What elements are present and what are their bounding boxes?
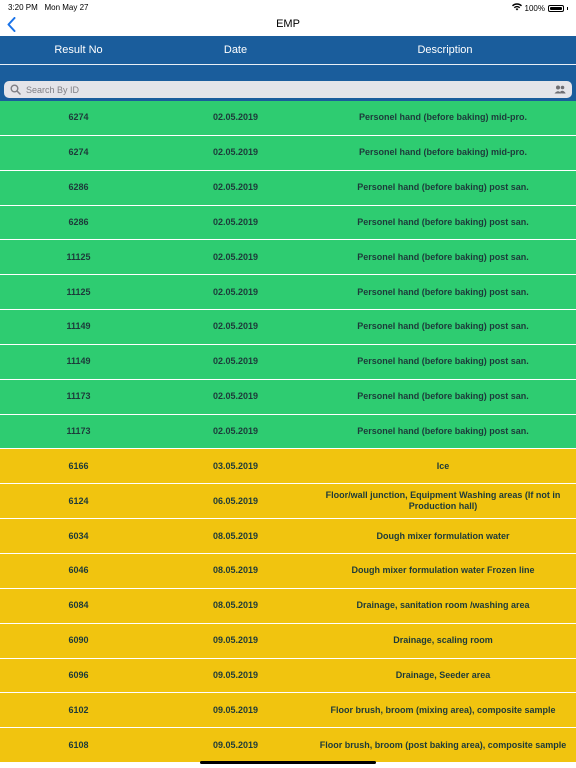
cell-date: 02.05.2019	[212, 251, 259, 262]
cell-description: Personel hand (before baking) post san.	[357, 286, 529, 297]
page-title: EMP	[276, 18, 300, 30]
cell-date: 02.05.2019	[212, 112, 259, 123]
cell-date: 06.05.2019	[212, 495, 259, 506]
cell-description: Personel hand (before baking) mid-pro.	[358, 112, 528, 123]
home-indicator	[200, 761, 376, 764]
status-clock: 3:20 PM	[8, 3, 38, 12]
cell-description: Personel hand (before baking) post san.	[357, 216, 529, 227]
search-container	[0, 65, 576, 101]
cell-result-no: 6096	[68, 669, 89, 680]
people-icon	[554, 85, 566, 94]
cell-date: 09.05.2019	[212, 704, 259, 715]
cell-date: 02.05.2019	[212, 426, 259, 437]
table-row[interactable]: 11125 02.05.2019 Personel hand (before bak…	[0, 275, 576, 311]
table-row[interactable]: 6090 09.05.2019 Drainage, scaling room	[0, 623, 576, 659]
cell-date: 02.05.2019	[212, 391, 259, 402]
table-row[interactable]: 6166 03.05.2019 Ice	[0, 449, 576, 485]
cell-description: Personel hand (before baking) post san.	[357, 321, 529, 332]
cell-description: Personel hand (before baking) mid-pro.	[358, 147, 528, 158]
status-date: Mon May 27	[44, 3, 89, 12]
navigation-bar: EMP	[0, 14, 576, 36]
cell-result-no: 6286	[68, 182, 89, 193]
table-row[interactable]: 6096 09.05.2019 Drainage, Seeder area	[0, 658, 576, 694]
table-row[interactable]: 6274 02.05.2019 Personel hand (before baki…	[0, 135, 576, 171]
cell-date: 08.05.2019	[212, 530, 259, 541]
cell-date: 09.05.2019	[212, 739, 259, 750]
cell-description: Floor/wall junction, Equipment Washing a…	[325, 490, 561, 512]
cell-result-no: 6286	[68, 216, 89, 227]
table-row[interactable]: 6286 02.05.2019 Personel hand (before baki…	[0, 205, 576, 241]
status-right: 100%	[511, 3, 568, 13]
cell-description: Dough mixer formulation water	[376, 530, 510, 541]
cell-result-no: 6108	[68, 739, 89, 750]
search-input[interactable]	[26, 81, 546, 98]
cell-description: Personel hand (before baking) post san.	[357, 251, 529, 262]
cell-result-no: 6274	[68, 112, 89, 123]
cell-description: Floor brush, broom (post baking area), c…	[319, 739, 567, 750]
table-row[interactable]: 6034 08.05.2019 Dough mixer formulation wa…	[0, 519, 576, 554]
cell-description: Drainage, sanitation room /washing area	[356, 600, 530, 611]
cell-result-no: 6166	[68, 460, 89, 471]
results-table: 6274 02.05.2019 Personel hand (before baki…	[0, 101, 576, 764]
cell-description: Dough mixer formulation water Frozen lin…	[351, 565, 535, 576]
cell-date: 08.05.2019	[212, 565, 259, 576]
table-row[interactable]: 11173 02.05.2019 Personel hand (before bak…	[0, 379, 576, 415]
cell-date: 02.05.2019	[212, 216, 259, 227]
battery-icon	[548, 4, 564, 12]
cell-date: 02.05.2019	[212, 321, 259, 332]
cell-result-no: 11149	[66, 356, 91, 367]
cell-result-no: 6084	[68, 600, 89, 611]
cell-description: Personel hand (before baking) post san.	[357, 391, 529, 402]
column-header-result-no: Result No	[54, 44, 103, 56]
cell-date: 02.05.2019	[212, 147, 259, 158]
search-icon	[10, 84, 21, 95]
table-row[interactable]: 6102 09.05.2019 Floor brush, broom (mixing…	[0, 693, 576, 729]
table-row[interactable]: 6124 06.05.2019 Floor/wall junction, Equip…	[0, 484, 576, 520]
cell-description: Personel hand (before baking) post san.	[357, 426, 529, 437]
cell-result-no: 6124	[68, 495, 89, 506]
cell-date: 08.05.2019	[212, 600, 259, 611]
column-header-description: Description	[417, 44, 473, 56]
status-time: 3:20 PM Mon May 27	[8, 3, 89, 12]
column-header-date: Date	[223, 44, 248, 56]
table-row[interactable]: 11125 02.05.2019 Personel hand (before bak…	[0, 240, 576, 276]
cell-result-no: 6046	[68, 565, 89, 576]
cell-description: Floor brush, broom (mixing area), compos…	[330, 704, 556, 715]
cell-result-no: 6034	[68, 530, 89, 541]
cell-result-no: 6090	[68, 635, 89, 646]
cell-description: Personel hand (before baking) post san.	[357, 182, 529, 193]
wifi-icon	[511, 3, 522, 13]
cell-result-no: 11149	[66, 321, 91, 332]
cell-date: 02.05.2019	[212, 356, 259, 367]
search-bar[interactable]	[4, 81, 572, 98]
table-row[interactable]: 6286 02.05.2019 Personel hand (before baki…	[0, 170, 576, 206]
table-row[interactable]: 11149 02.05.2019 Personel hand (before bak…	[0, 310, 576, 345]
cell-date: 02.05.2019	[212, 286, 259, 297]
cell-result-no: 11125	[66, 286, 91, 297]
table-row[interactable]: 6274 02.05.2019 Personel hand (before baki…	[0, 101, 576, 136]
cell-description: Ice	[436, 460, 450, 471]
cell-date: 09.05.2019	[212, 635, 259, 646]
cell-result-no: 11125	[66, 251, 91, 262]
table-row[interactable]: 11149 02.05.2019 Personel hand (before bak…	[0, 344, 576, 380]
table-header: Result No Date Description	[0, 36, 576, 65]
battery-percent: 100%	[524, 3, 545, 13]
cell-result-no: 6274	[68, 147, 89, 158]
table-row[interactable]: 11173 02.05.2019 Personel hand (before bak…	[0, 414, 576, 450]
table-row[interactable]: 6046 08.05.2019 Dough mixer formulation wa…	[0, 553, 576, 589]
cell-date: 03.05.2019	[212, 460, 259, 471]
cell-result-no: 6102	[68, 704, 89, 715]
cell-date: 09.05.2019	[212, 669, 259, 680]
cell-description: Personel hand (before baking) post san.	[357, 356, 529, 367]
table-row[interactable]: 6108 09.05.2019 Floor brush, broom (post b…	[0, 728, 576, 764]
cell-description: Drainage, scaling room	[393, 635, 493, 646]
cell-date: 02.05.2019	[212, 182, 259, 193]
cell-result-no: 11173	[66, 426, 91, 437]
table-row[interactable]: 6084 08.05.2019 Drainage, sanitation room …	[0, 588, 576, 624]
status-bar: 3:20 PM Mon May 27 100%	[0, 0, 576, 14]
cell-result-no: 11173	[66, 391, 91, 402]
cell-description: Drainage, Seeder area	[395, 669, 491, 680]
